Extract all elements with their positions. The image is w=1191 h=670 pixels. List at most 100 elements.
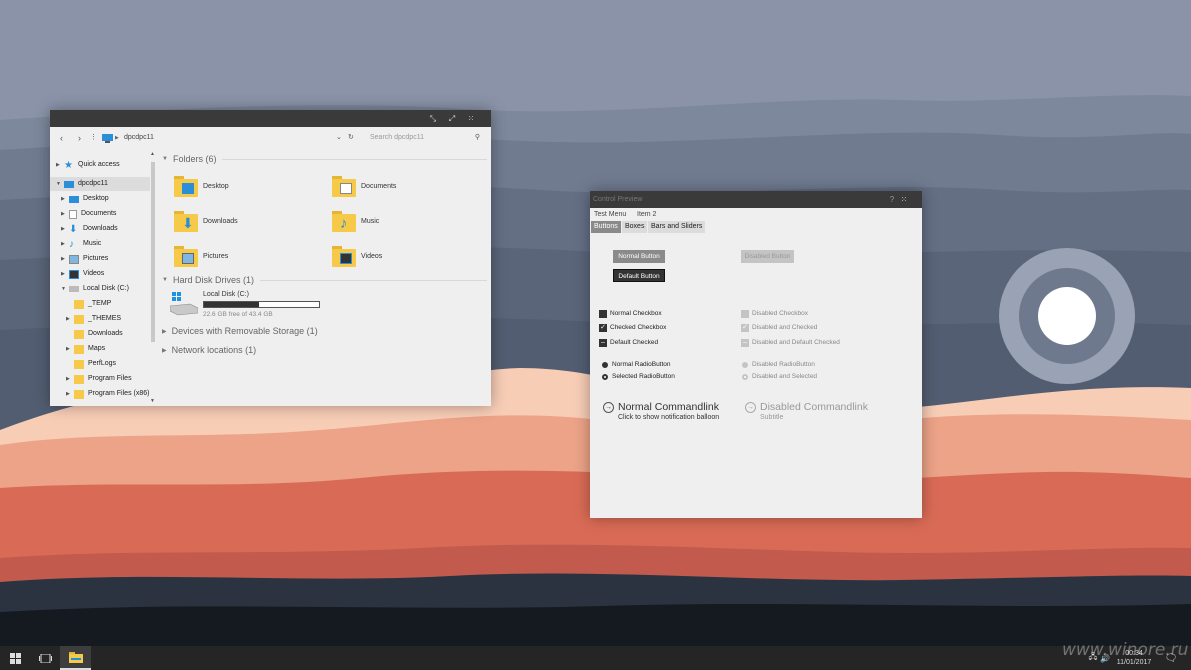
search-icon: ⚲ [474, 134, 480, 141]
folder-item-documents[interactable]: Documents [332, 172, 482, 200]
tree-item-documents[interactable]: ▶ Documents [50, 207, 150, 221]
expand-chevron-icon[interactable]: ▶ [61, 267, 65, 281]
scrollbar-thumb[interactable] [151, 162, 155, 342]
videos-folder-icon [332, 245, 356, 267]
menu-item-2[interactable]: Item 2 [637, 209, 656, 220]
scroll-down-icon[interactable]: ▼ [150, 398, 155, 404]
expand-chevron-icon[interactable]: ▶ [61, 237, 65, 251]
navigation-scrollbar[interactable]: ▲ ▼ [150, 151, 156, 406]
folder-icon [74, 314, 84, 324]
search-placeholder: Search dpcdpc11 [370, 134, 424, 141]
disabled-commandlink: → Disabled Commandlink Subtitle [745, 401, 868, 421]
radio-selected-icon [602, 373, 608, 380]
folder-item-music[interactable]: ♪ Music [332, 207, 482, 235]
minimize-button[interactable]: ⤡ [423, 110, 443, 127]
expand-chevron-icon[interactable]: ▶ [61, 207, 65, 221]
checkbox-checked-icon: ✓ [599, 324, 607, 332]
folder-item-downloads[interactable]: ⬇ Downloads [174, 207, 324, 235]
tree-item-videos[interactable]: ▶ Videos [50, 267, 150, 281]
folder-item-desktop[interactable]: Desktop [174, 172, 324, 200]
control-preview-window: Control Preview ? ⁙ Test Menu Item 2 But… [590, 191, 922, 518]
expand-chevron-icon[interactable]: ▶ [61, 252, 65, 266]
group-header-removable[interactable]: ▶ Devices with Removable Storage (1) [162, 326, 362, 336]
tree-item-temp[interactable]: _TEMP [50, 297, 150, 311]
window-title: Control Preview [593, 196, 643, 203]
task-view-button[interactable] [30, 646, 60, 670]
expand-chevron-icon[interactable]: ▶ [61, 222, 65, 236]
content-pane: ▼ Folders (6) Desktop Documents ⬇ Downloa… [162, 150, 487, 402]
checkbox-disabled-default-icon: – [741, 339, 749, 347]
refresh-icon[interactable]: ↻ [348, 130, 354, 146]
group-header-network[interactable]: ▶ Network locations (1) [162, 345, 362, 355]
group-header-drives[interactable]: ▼ Hard Disk Drives (1) [162, 275, 487, 285]
recent-locations-icon[interactable]: ⋮ [90, 131, 97, 145]
explorer-titlebar[interactable]: ⤡ ⤢ ⁙ [50, 110, 491, 127]
forward-icon[interactable]: › [78, 131, 81, 145]
normal-checkbox[interactable]: Normal Checkbox [599, 308, 662, 320]
folder-item-pictures[interactable]: Pictures [174, 242, 324, 270]
pictures-folder-icon [174, 245, 198, 267]
tree-item-downloads-c[interactable]: Downloads [50, 327, 150, 341]
normal-radiobutton[interactable]: Normal RadioButton [602, 359, 671, 370]
checked-checkbox[interactable]: ✓ Checked Checkbox [599, 322, 666, 334]
expand-chevron-icon[interactable]: ▶ [66, 312, 70, 326]
tab-bars-and-sliders[interactable]: Bars and Sliders [648, 221, 706, 233]
normal-commandlink[interactable]: → Normal Commandlink Click to show notifi… [603, 401, 719, 421]
dropdown-chevron-icon[interactable]: ⌄ [336, 130, 342, 146]
tree-item-program-files[interactable]: ▶ Program Files [50, 372, 150, 386]
taskbar-file-explorer[interactable] [60, 646, 91, 670]
tab-boxes[interactable]: Boxes [622, 221, 648, 233]
group-header-folders[interactable]: ▼ Folders (6) [162, 154, 487, 164]
computer-icon [64, 180, 74, 188]
file-explorer-icon [68, 651, 83, 663]
tab-buttons[interactable]: Buttons [591, 221, 621, 233]
tree-item-program-files-x86[interactable]: ▶ Program Files (x86) [50, 387, 150, 401]
tree-item-desktop[interactable]: ▶ Desktop [50, 192, 150, 206]
expand-chevron-icon[interactable]: ▶ [66, 342, 70, 356]
menu-test[interactable]: Test Menu [594, 209, 626, 220]
tree-item-local-disk[interactable]: ▼ Local Disk (C:) [50, 282, 150, 296]
tree-item-this-pc[interactable]: ▼ dpcdpc11 [50, 177, 150, 191]
back-icon[interactable]: ‹ [60, 131, 63, 145]
expand-chevron-icon[interactable]: ▶ [66, 387, 70, 401]
tree-item-downloads[interactable]: ▶ ⬇ Downloads [50, 222, 150, 236]
drive-name: Local Disk (C:) [203, 291, 249, 298]
tree-item-pictures[interactable]: ▶ Pictures [50, 252, 150, 266]
radio-unselected-icon [602, 361, 608, 368]
default-button[interactable]: Default Button [613, 269, 665, 282]
tree-item-themes[interactable]: ▶ _THEMES [50, 312, 150, 326]
maximize-button[interactable]: ⤢ [442, 110, 462, 127]
drive-usage-fill [204, 302, 260, 307]
default-checked-checkbox[interactable]: – Default Checked [599, 337, 658, 349]
star-icon: ★ [64, 159, 73, 171]
collapse-chevron-icon[interactable]: ▼ [56, 177, 61, 191]
hard-drive-icon [170, 292, 198, 316]
normal-button[interactable]: Normal Button [613, 250, 665, 263]
collapse-chevron-icon[interactable]: ▼ [61, 282, 66, 296]
search-input[interactable]: Search dpcdpc11 ⚲ [364, 130, 486, 146]
group-chevron-icon: ▼ [162, 156, 168, 162]
close-button[interactable]: ⁙ [894, 191, 914, 208]
tree-item-maps[interactable]: ▶ Maps [50, 342, 150, 356]
tree-item-perflogs[interactable]: PerfLogs [50, 357, 150, 371]
breadcrumb-chevron-icon: ▶ [115, 135, 119, 141]
control-titlebar[interactable]: Control Preview ? ⁙ [590, 191, 922, 208]
expand-chevron-icon[interactable]: ▶ [56, 158, 60, 172]
folder-item-videos[interactable]: Videos [332, 242, 482, 270]
expand-chevron-icon[interactable]: ▶ [66, 372, 70, 386]
expand-chevron-icon[interactable]: ▶ [61, 192, 65, 206]
close-button[interactable]: ⁙ [461, 110, 481, 127]
start-button[interactable] [0, 646, 30, 670]
watermark: www.winore.ru [1062, 640, 1189, 660]
disabled-button: Disabled Button [741, 250, 794, 263]
tree-item-quick-access[interactable]: ▶ ★ Quick access [50, 158, 150, 172]
scroll-up-icon[interactable]: ▲ [150, 151, 155, 157]
drive-item-local-disk[interactable]: Local Disk (C:) 22.6 GB free of 43.4 GB [170, 290, 330, 320]
group-chevron-icon: ▼ [162, 277, 168, 283]
selected-radiobutton[interactable]: Selected RadioButton [602, 371, 675, 382]
group-chevron-icon: ▶ [162, 328, 167, 335]
folder-icon [74, 329, 84, 339]
group-chevron-icon: ▶ [162, 347, 167, 354]
address-bar[interactable]: ▶ dpcdpc11 ⌄ ↻ [102, 130, 357, 146]
tree-item-music[interactable]: ▶ ♪ Music [50, 237, 150, 251]
